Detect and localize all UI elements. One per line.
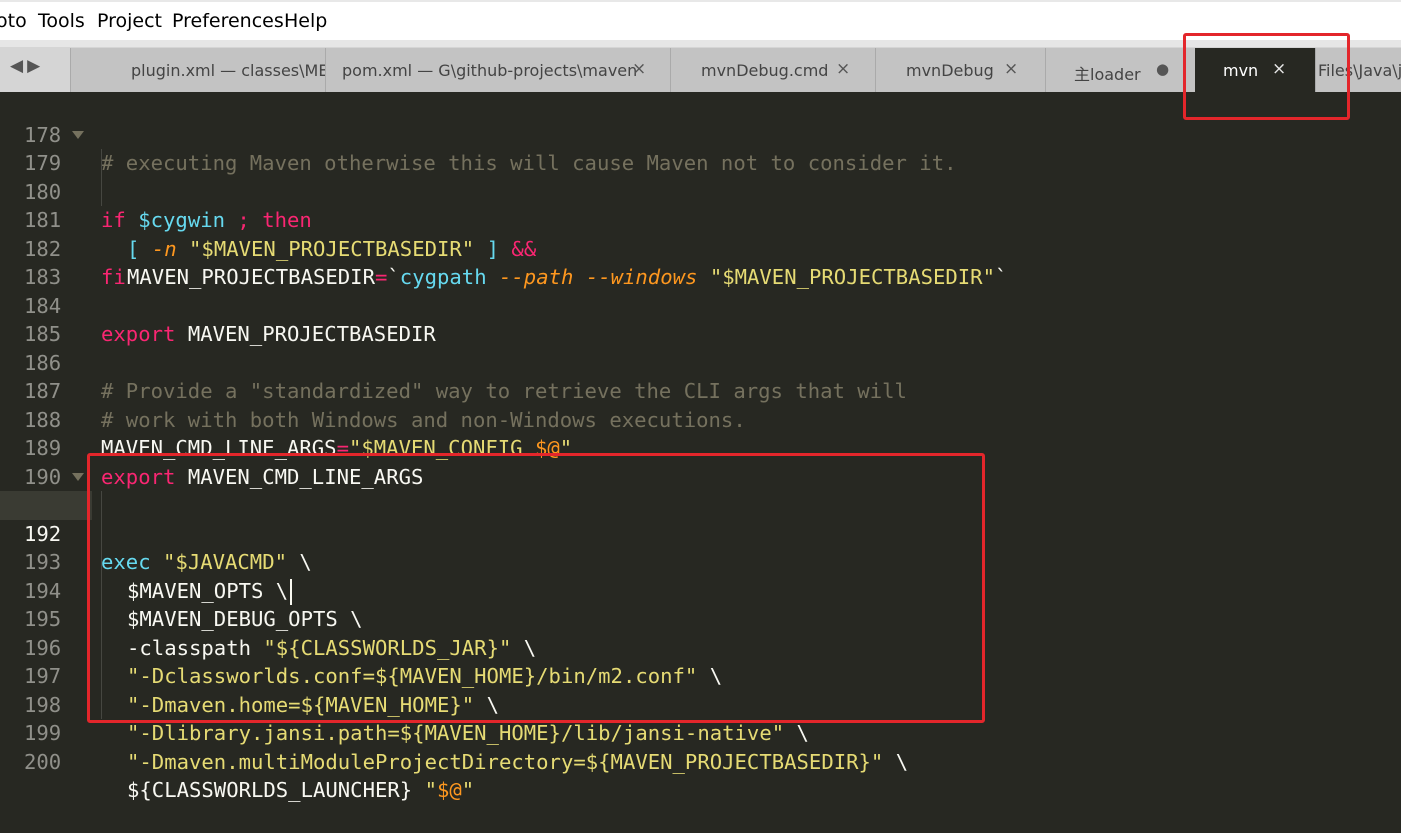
code-text: "-Dmaven.multiModuleProjectDirectory=${M… xyxy=(127,748,908,777)
close-icon[interactable]: × xyxy=(836,59,850,79)
code-line: 191 exec "$JAVACMD" \ xyxy=(0,463,1401,574)
code-line: 192 $MAVEN_OPTS \ xyxy=(0,491,1401,605)
code-line: 200 xyxy=(0,719,1401,774)
code-line: 183 xyxy=(0,235,1401,289)
tab-label: mvn xyxy=(1223,61,1259,80)
tab-pom-xml[interactable]: pom.xml — G\github-projects\maven × xyxy=(325,48,671,92)
tab-mvndebug[interactable]: mvnDebug × xyxy=(875,48,1046,92)
code-line: 180 [ -n "$MAVEN_PROJECTBASEDIR" ] && xyxy=(0,149,1401,261)
tab-bar: ◀▶ plugin.xml — classes\MET pom.xml — G\… xyxy=(0,40,1401,92)
tab-mvndebug-cmd[interactable]: mvnDebug.cmd × xyxy=(670,48,876,92)
tab-label: Files\Java\jd xyxy=(1318,61,1401,80)
code-line: 182 fi xyxy=(0,206,1401,290)
menu-top-strip xyxy=(0,0,1401,2)
line-number: 200 xyxy=(24,749,62,774)
string: " xyxy=(461,778,475,802)
code-segment: ${CLASSWORLDS_LAUNCHER} xyxy=(127,778,425,802)
code-line: 195 "-Dclassworlds.conf=${MAVEN_HOME}/bi… xyxy=(0,576,1401,688)
tab-bar-top-strip xyxy=(0,40,1401,47)
modified-dot-icon[interactable]: ● xyxy=(1156,60,1169,78)
fold-arrow-icon[interactable] xyxy=(72,130,84,139)
tab-label: 主loader xyxy=(1074,65,1141,84)
code-line: 187 # work with both Windows and non-Win… xyxy=(0,349,1401,432)
menu-help[interactable]: Help xyxy=(284,10,327,32)
indent-guide xyxy=(101,576,102,605)
menu-tools[interactable]: Tools xyxy=(38,10,85,32)
code-editor[interactable]: 178 # executing Maven otherwise this wil… xyxy=(0,92,1401,802)
menu-project[interactable]: Project xyxy=(97,10,162,32)
line-continuation: \ xyxy=(895,749,909,774)
code-line: 199 ${CLASSWORLDS_LAUNCHER} "$@" xyxy=(0,690,1401,802)
indent-guide xyxy=(101,662,102,691)
indent-guide xyxy=(101,177,102,206)
tab-loader[interactable]: 主loader ● xyxy=(1045,48,1196,92)
code-line: 186 # Provide a "standardized" way to re… xyxy=(0,320,1401,404)
indent-guide xyxy=(101,519,102,548)
indent-guide xyxy=(101,491,102,520)
indent-guide xyxy=(101,690,102,719)
code-line: 193 $MAVEN_DEBUG_OPTS \ xyxy=(0,519,1401,631)
menu-preferences[interactable]: Preferences xyxy=(172,10,284,32)
tab-label: plugin.xml — classes\MET xyxy=(131,61,339,80)
code-line: 181 MAVEN_PROJECTBASEDIR=`cygpath --path… xyxy=(0,177,1401,289)
tab-nav: ◀▶ xyxy=(10,56,44,76)
code-line: 198 "-Dmaven.multiModuleProjectDirectory… xyxy=(0,662,1401,774)
code-line: 197 "-Dlibrary.jansi.path=${MAVEN_HOME}/… xyxy=(0,633,1401,745)
code-line: 189 export MAVEN_CMD_LINE_ARGS xyxy=(0,406,1401,489)
close-icon[interactable]: × xyxy=(632,59,646,79)
code-line: 196 "-Dmaven.home=${MAVEN_HOME}" \ xyxy=(0,605,1401,717)
code-text: ${CLASSWORLDS_LAUNCHER} "$@" xyxy=(127,776,474,805)
special-var: $@ xyxy=(436,778,462,802)
tab-label: pom.xml — G\github-projects\maven xyxy=(342,61,638,80)
string: " xyxy=(424,778,437,802)
menu-goto[interactable]: oto xyxy=(0,10,27,32)
code-line: 178 # executing Maven otherwise this wil… xyxy=(0,92,1401,176)
code-line: 179 if $cygwin ; then xyxy=(0,121,1401,232)
tab-label: mvnDebug xyxy=(906,61,994,80)
back-arrow-icon[interactable]: ◀ xyxy=(10,56,27,76)
code-line: 185 xyxy=(0,292,1401,346)
code-line: 188 MAVEN_CMD_LINE_ARGS="$MAVEN_CONFIG $… xyxy=(0,377,1401,461)
indent-guide xyxy=(101,548,102,577)
forward-arrow-icon[interactable]: ▶ xyxy=(27,56,44,76)
tab-label: mvnDebug.cmd xyxy=(701,61,829,80)
tab-plugin-xml[interactable]: plugin.xml — classes\MET xyxy=(70,48,338,92)
close-icon[interactable]: × xyxy=(1272,59,1286,79)
tab-java-files[interactable]: Files\Java\jd xyxy=(1315,48,1401,92)
code-line: 190 xyxy=(0,434,1401,489)
close-icon[interactable]: × xyxy=(1004,59,1018,79)
code-line: 194 -classpath "${CLASSWORLDS_JAR}" \ xyxy=(0,548,1401,660)
indent-guide xyxy=(101,149,102,178)
code-line: 184 export MAVEN_PROJECTBASEDIR xyxy=(0,263,1401,347)
indent-guide xyxy=(101,633,102,662)
fold-arrow-icon[interactable] xyxy=(72,472,84,481)
tab-mvn[interactable]: mvn × xyxy=(1195,48,1315,92)
string: "-Dmaven.multiModuleProjectDirectory=${M… xyxy=(127,749,884,774)
indent-guide xyxy=(101,605,102,634)
